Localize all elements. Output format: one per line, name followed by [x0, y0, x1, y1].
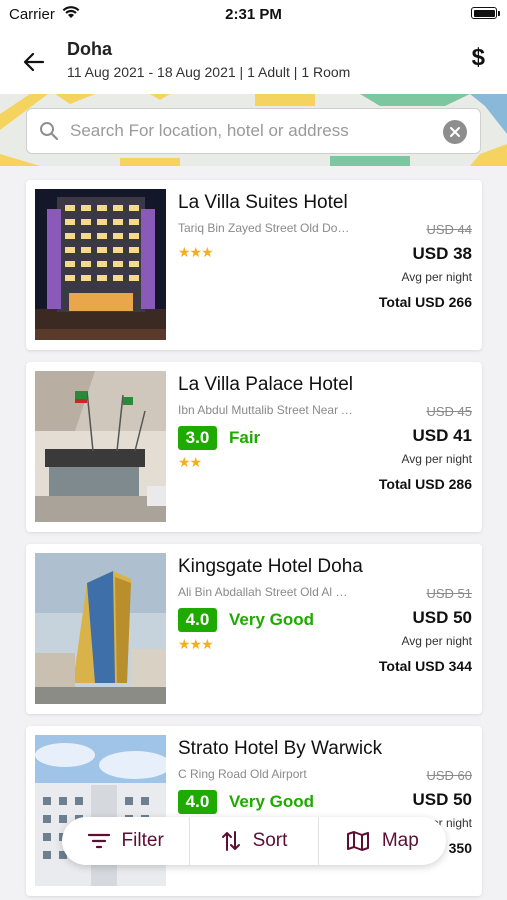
hotel-address: Tariq Bin Zayed Street Old Doha Airport — [178, 221, 354, 235]
hotel-card[interactable]: Strato Hotel By Warwick C Ring Road Old … — [26, 726, 482, 896]
arrow-left-icon — [23, 52, 45, 72]
price-note: Avg per night — [401, 452, 473, 466]
original-price: USD 45 — [426, 404, 472, 419]
map-button[interactable]: Map — [317, 817, 446, 865]
search-input[interactable]: Search For location, hotel or address — [26, 108, 481, 154]
trip-summary: 11 Aug 2021 - 18 Aug 2021 | 1 Adult | 1 … — [67, 64, 351, 80]
rating-label: Very Good — [229, 610, 315, 629]
action-bar: Filter Sort Map — [62, 817, 446, 865]
header: Doha 11 Aug 2021 - 18 Aug 2021 | 1 Adult… — [0, 30, 507, 94]
hotel-photo — [35, 189, 166, 340]
map-label: Map — [381, 830, 419, 851]
search-band: Search For location, hotel or address — [0, 94, 507, 166]
destination-city: Doha — [67, 39, 112, 59]
hotel-card[interactable]: Kingsgate Hotel Doha Ali Bin Abdallah St… — [26, 544, 482, 714]
hotel-address: Ali Bin Abdallah Street Old Al Ghanim — [178, 585, 354, 599]
star-rating: ★★ — [178, 454, 202, 470]
battery-icon — [471, 7, 497, 19]
star-rating: ★★★ — [178, 636, 214, 652]
hotel-name: Kingsgate Hotel Doha — [178, 556, 363, 577]
guest-rating: 3.0 Fair — [178, 426, 260, 450]
sort-button[interactable]: Sort — [189, 817, 317, 865]
close-icon — [450, 127, 460, 137]
total-price: Total USD 286 — [378, 476, 472, 492]
hotel-name: Strato Hotel By Warwick — [178, 738, 383, 759]
price-note: Avg per night — [401, 634, 473, 648]
price-note: Avg per night — [401, 270, 473, 284]
nightly-price: USD 41 — [412, 426, 472, 445]
currency-button[interactable]: $ — [472, 44, 485, 72]
sort-icon — [221, 830, 241, 852]
hotel-card[interactable]: La Villa Palace Hotel Ibn Abdul Muttalib… — [26, 362, 482, 532]
hotel-name: La Villa Palace Hotel — [178, 374, 353, 395]
clear-search-button[interactable] — [443, 120, 467, 144]
map-icon — [346, 830, 370, 852]
hotel-photo — [35, 553, 166, 704]
rating-score: 4.0 — [178, 608, 217, 632]
rating-score: 4.0 — [178, 790, 217, 814]
filter-label: Filter — [121, 830, 164, 851]
nightly-price: USD 38 — [412, 244, 472, 263]
search-icon — [39, 121, 59, 146]
rating-label: Fair — [229, 428, 261, 447]
sort-label: Sort — [252, 830, 288, 851]
original-price: USD 60 — [426, 768, 472, 783]
nightly-price: USD 50 — [412, 790, 472, 809]
search-placeholder: Search For location, hotel or address — [70, 121, 349, 140]
status-time: 2:31 PM — [225, 6, 282, 23]
guest-rating: 4.0 Very Good — [178, 608, 314, 632]
back-button[interactable] — [18, 46, 50, 78]
original-price: USD 44 — [426, 222, 472, 237]
rating-label: Very Good — [229, 792, 315, 811]
battery-tip — [498, 11, 500, 16]
original-price: USD 51 — [426, 586, 472, 601]
rating-score: 3.0 — [178, 426, 217, 450]
hotel-address: Ibn Abdul Muttalib Street Near Airport — [178, 403, 354, 417]
hotel-photo — [35, 371, 166, 522]
total-price: Total USD 266 — [378, 294, 472, 310]
filter-icon — [87, 832, 110, 850]
star-rating: ★★★ — [178, 244, 214, 260]
hotel-name: La Villa Suites Hotel — [178, 192, 348, 213]
hotel-address: C Ring Road Old Airport — [178, 767, 307, 781]
filter-button[interactable]: Filter — [62, 817, 189, 865]
nightly-price: USD 50 — [412, 608, 472, 627]
guest-rating: 4.0 Very Good — [178, 790, 314, 814]
status-bar: Carrier 2:31 PM — [0, 0, 507, 30]
hotel-card[interactable]: La Villa Suites Hotel Tariq Bin Zayed St… — [26, 180, 482, 350]
total-price: Total USD 344 — [378, 658, 472, 674]
